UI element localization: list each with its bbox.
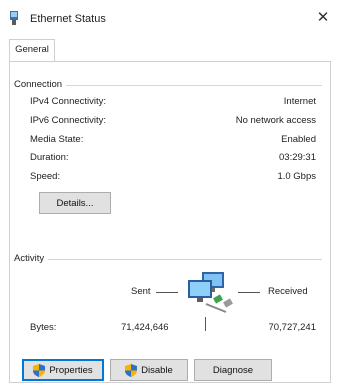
title-bar: Ethernet Status ✕ bbox=[0, 0, 340, 36]
connection-group-label: Connection bbox=[14, 79, 67, 90]
close-button[interactable]: ✕ bbox=[312, 8, 334, 28]
activity-group-label: Activity bbox=[14, 253, 49, 264]
received-line bbox=[238, 292, 260, 293]
tab-general[interactable]: General bbox=[9, 39, 55, 61]
general-panel: Connection IPv4 Connectivity: Internet I… bbox=[9, 61, 331, 383]
details-button[interactable]: Details... bbox=[39, 192, 111, 214]
uac-shield-icon bbox=[33, 363, 46, 377]
disable-label: Disable bbox=[141, 364, 173, 376]
bytes-label: Bytes: bbox=[30, 322, 57, 333]
duration-value: 03:29:31 bbox=[279, 152, 316, 163]
activity-divider bbox=[14, 259, 322, 260]
media-state-value: Enabled bbox=[281, 134, 316, 145]
uac-shield-icon bbox=[125, 363, 138, 377]
network-computers-icon bbox=[188, 272, 233, 313]
disable-button[interactable]: Disable bbox=[110, 359, 188, 381]
close-icon: ✕ bbox=[316, 9, 330, 26]
speed-label: Speed: bbox=[30, 171, 61, 182]
properties-button[interactable]: Properties bbox=[22, 359, 104, 381]
network-adapter-icon bbox=[10, 11, 18, 25]
bytes-received-value: 70,727,241 bbox=[268, 322, 316, 333]
window-title: Ethernet Status bbox=[30, 13, 106, 25]
speed-value: 1.0 Gbps bbox=[277, 171, 316, 182]
properties-label: Properties bbox=[49, 364, 93, 376]
sent-line bbox=[156, 292, 178, 293]
diagnose-button[interactable]: Diagnose bbox=[194, 359, 272, 381]
ipv4-label: IPv4 Connectivity: bbox=[30, 96, 107, 107]
ipv4-value: Internet bbox=[283, 96, 316, 107]
ipv6-label: IPv6 Connectivity: bbox=[30, 115, 107, 126]
received-label: Received bbox=[268, 286, 308, 297]
bytes-sent-value: 71,424,646 bbox=[121, 322, 169, 333]
ipv6-value: No network access bbox=[235, 115, 316, 126]
media-state-label: Media State: bbox=[30, 134, 84, 145]
bytes-separator bbox=[205, 317, 206, 331]
duration-label: Duration: bbox=[30, 152, 69, 163]
sent-label: Sent bbox=[131, 286, 151, 297]
